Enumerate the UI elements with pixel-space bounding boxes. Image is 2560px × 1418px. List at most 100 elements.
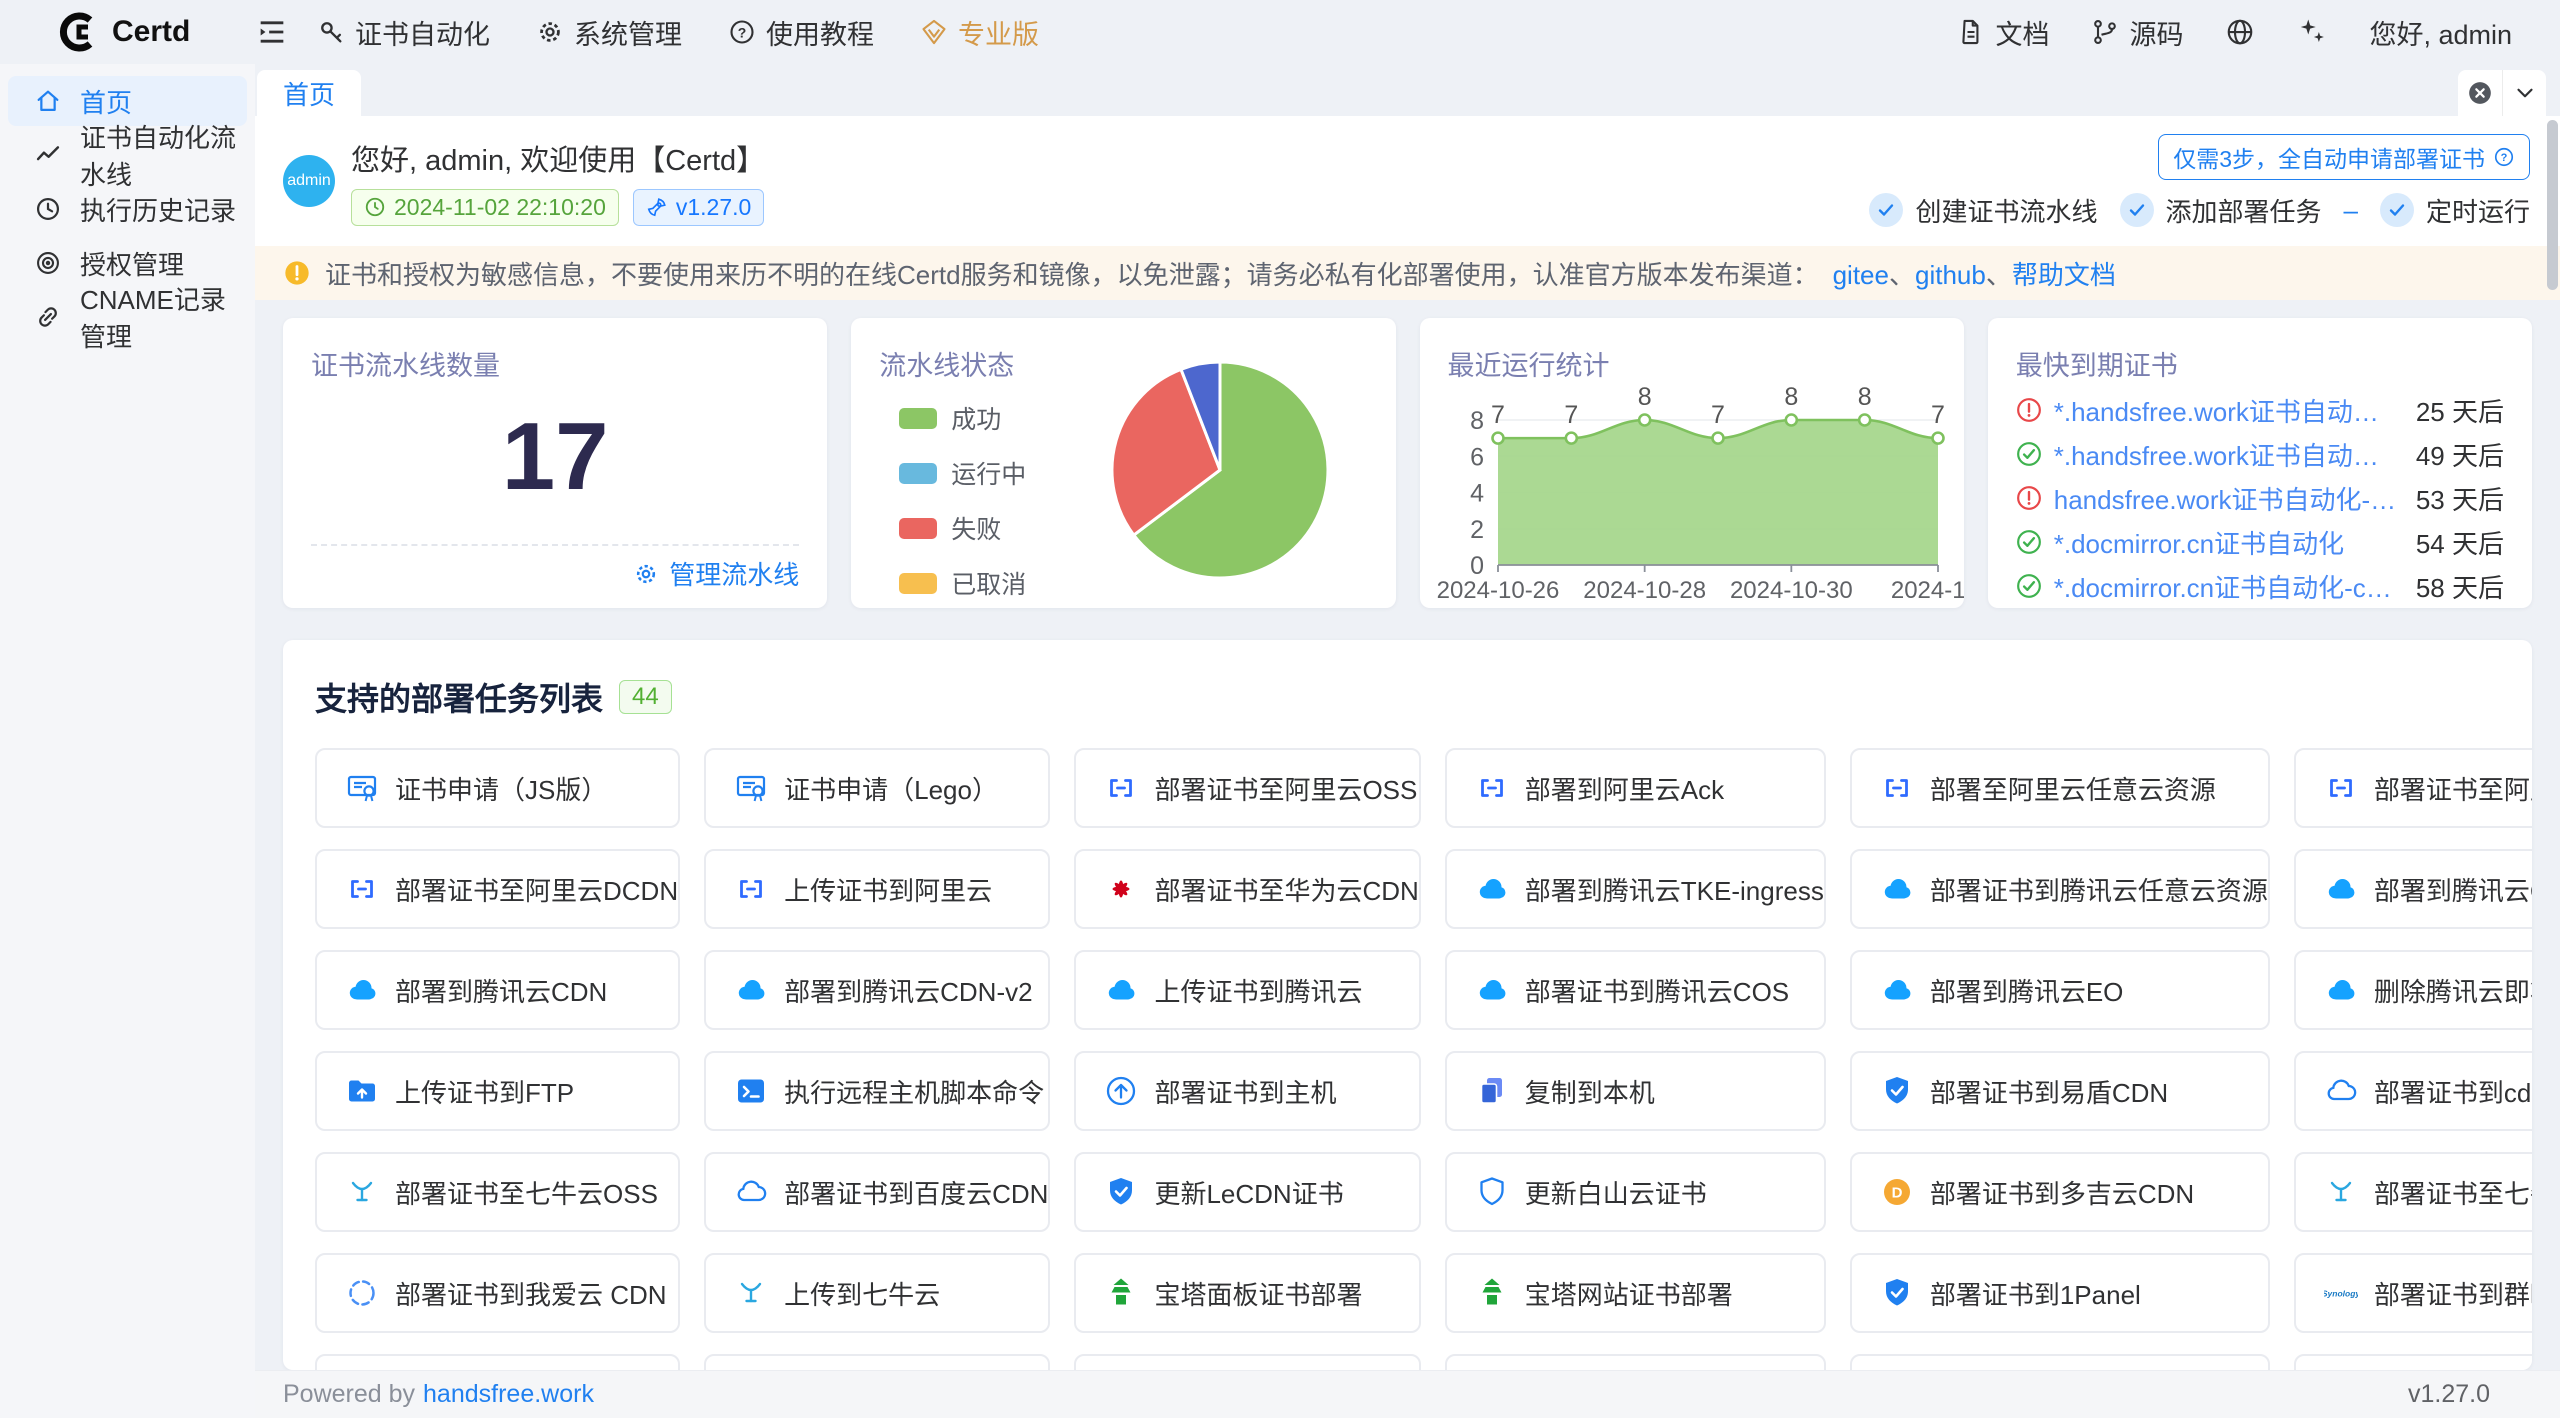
task-card-3[interactable]: 部署证书至阿里云OSS <box>1074 748 1420 828</box>
task-label: 部署证书到腾讯云任意云资源 <box>1930 871 2268 908</box>
user-menu[interactable]: 您好, admin <box>2369 13 2512 52</box>
huawei-icon <box>1104 872 1138 906</box>
svg-text:7: 7 <box>1711 401 1725 429</box>
header-link-2[interactable]: 源码 <box>2091 13 2183 52</box>
sparkles-icon[interactable] <box>2297 17 2327 47</box>
step-2[interactable]: 添加部署任务 <box>2120 192 2322 229</box>
task-card-23[interactable]: 部署证书到易盾CDN <box>1850 1051 2270 1131</box>
recent-runs-card: 最近运行统计 024682024-10-262024-10-282024-10-… <box>1420 318 1964 608</box>
task-card-21[interactable]: 部署证书到主机 <box>1074 1051 1420 1131</box>
task-card-partial[interactable] <box>704 1354 1050 1370</box>
task-card-partial[interactable] <box>1074 1354 1420 1370</box>
task-label: 部署证书到cdnfly <box>2374 1073 2532 1110</box>
legend-item-3[interactable]: 失败 <box>899 510 1026 546</box>
task-card-partial[interactable] <box>2294 1354 2532 1370</box>
top-menu-item-1[interactable]: 证书自动化 <box>317 13 490 52</box>
task-card-partial[interactable] <box>315 1354 680 1370</box>
expiry-cert-link[interactable]: *.docmirror.cn证书自动化 <box>2054 524 2344 561</box>
task-card-2[interactable]: 证书申请（Lego） <box>704 748 1050 828</box>
task-label: 执行远程主机脚本命令 <box>784 1073 1044 1110</box>
tencent-icon <box>734 973 768 1007</box>
avatar[interactable]: admin <box>283 155 335 207</box>
step-check-icon <box>1869 193 1903 227</box>
svg-text:8: 8 <box>1637 383 1651 411</box>
task-label: 部署证书到腾讯云COS <box>1525 972 1789 1009</box>
steps-pill[interactable]: 仅需3步，全自动申请部署证书 ? <box>2158 134 2530 180</box>
task-card-36[interactable]: Synology部署证书到群晖面板 <box>2294 1253 2532 1333</box>
task-card-32[interactable]: 上传到七牛云 <box>704 1253 1050 1333</box>
expiry-cert-link[interactable]: *.handsfree.work证书自动化--zerossl <box>2054 436 2404 473</box>
task-card-12[interactable]: 部署到腾讯云CLB <box>2294 849 2532 929</box>
brand[interactable]: Certd <box>0 11 255 53</box>
legend-item-4[interactable]: 已取消 <box>899 565 1026 601</box>
notice-link-帮助文档[interactable]: 帮助文档 <box>2012 260 2116 290</box>
task-card-18[interactable]: 删除腾讯云即将过期证书 <box>2294 950 2532 1030</box>
task-card-31[interactable]: 部署证书到我爱云 CDN <box>315 1253 680 1333</box>
task-card-25[interactable]: 部署证书至七牛云OSS <box>315 1152 680 1232</box>
expiry-cert-link[interactable]: *.handsfree.work证书自动化-lego <box>2054 392 2404 429</box>
task-card-16[interactable]: 部署证书到腾讯云COS <box>1445 950 1826 1030</box>
tab-home[interactable]: 首页 <box>257 70 361 116</box>
manage-pipelines-link[interactable]: 管理流水线 <box>633 555 799 592</box>
task-card-34[interactable]: 宝塔网站证书部署 <box>1445 1253 1826 1333</box>
task-card-4[interactable]: 部署到阿里云Ack <box>1445 748 1826 828</box>
task-card-26[interactable]: 部署证书到百度云CDN <box>704 1152 1050 1232</box>
expiry-cert-link[interactable]: *.docmirror.cn证书自动化-certd-doc <box>2054 568 2404 605</box>
top-menu-item-3[interactable]: ?使用教程 <box>728 13 874 52</box>
task-card-13[interactable]: 部署到腾讯云CDN <box>315 950 680 1030</box>
terminal-icon <box>734 1074 768 1108</box>
top-menu-item-4[interactable]: 专业版 <box>920 13 1039 52</box>
task-label: 部署到腾讯云TKE-ingress <box>1525 871 1824 908</box>
step-1[interactable]: 创建证书流水线 <box>1869 192 2097 229</box>
task-card-11[interactable]: 部署证书到腾讯云任意云资源 <box>1850 849 2270 929</box>
task-card-9[interactable]: 部署证书至华为云CDN <box>1074 849 1420 929</box>
globe-icon[interactable] <box>2225 17 2255 47</box>
task-card-6[interactable]: 部署证书至阿里云CDN <box>2294 748 2532 828</box>
task-card-17[interactable]: 部署到腾讯云EO <box>1850 950 2270 1030</box>
task-card-8[interactable]: 上传证书到阿里云 <box>704 849 1050 929</box>
task-card-30[interactable]: 部署证书至七牛CDN <box>2294 1152 2532 1232</box>
task-card-partial[interactable] <box>1850 1354 2270 1370</box>
sidebar-item-3[interactable]: 执行历史记录 <box>8 184 247 234</box>
legend-label: 运行中 <box>951 455 1026 491</box>
header-link-1[interactable]: 文档 <box>1957 13 2049 52</box>
legend-item-2[interactable]: 运行中 <box>899 455 1026 491</box>
tab-menu-button[interactable] <box>2502 70 2546 116</box>
task-card-27[interactable]: 更新LeCDN证书 <box>1074 1152 1420 1232</box>
task-label: 部署证书到易盾CDN <box>1930 1073 2168 1110</box>
task-label: 复制到本机 <box>1525 1073 1655 1110</box>
task-card-28[interactable]: 更新白山云证书 <box>1445 1152 1826 1232</box>
task-card-15[interactable]: 上传证书到腾讯云 <box>1074 950 1420 1030</box>
task-card-5[interactable]: 部署至阿里云任意云资源 <box>1850 748 2270 828</box>
doc-icon <box>1957 18 1985 46</box>
notice-link-github[interactable]: github <box>1915 260 1986 290</box>
menu-collapse-icon[interactable] <box>255 15 289 49</box>
task-card-1[interactable]: 证书申请（JS版） <box>315 748 680 828</box>
svg-text:7: 7 <box>1931 401 1945 429</box>
task-card-35[interactable]: 部署证书到1Panel <box>1850 1253 2270 1333</box>
legend-item-1[interactable]: 成功 <box>899 400 1026 436</box>
sidebar-item-5[interactable]: CNAME记录管理 <box>8 292 247 342</box>
task-card-10[interactable]: 部署到腾讯云TKE-ingress <box>1445 849 1826 929</box>
top-menu-item-2[interactable]: 系统管理 <box>536 13 682 52</box>
task-card-29[interactable]: D部署证书到多吉云CDN <box>1850 1152 2270 1232</box>
handsfree-link[interactable]: handsfree.work <box>423 1380 594 1409</box>
notice-link-gitee[interactable]: gitee <box>1833 260 1889 290</box>
task-card-24[interactable]: 部署证书到cdnfly <box>2294 1051 2532 1131</box>
sidebar-item-label: 首页 <box>80 83 132 120</box>
step-3[interactable]: 定时运行 <box>2380 192 2530 229</box>
task-card-33[interactable]: 宝塔面板证书部署 <box>1074 1253 1420 1333</box>
task-card-partial[interactable] <box>1445 1354 1826 1370</box>
close-tab-button[interactable] <box>2458 70 2502 116</box>
vertical-scrollbar[interactable] <box>2547 120 2558 290</box>
sidebar-item-2[interactable]: 证书自动化流水线 <box>8 130 247 180</box>
status-pie-chart[interactable] <box>1070 346 1370 590</box>
task-card-14[interactable]: 部署到腾讯云CDN-v2 <box>704 950 1050 1030</box>
task-card-19[interactable]: 上传证书到FTP <box>315 1051 680 1131</box>
recent-runs-area-chart[interactable]: 024682024-10-262024-10-282024-10-302024-… <box>1420 318 1964 608</box>
task-label: 部署至阿里云任意云资源 <box>1930 770 2216 807</box>
task-card-20[interactable]: 执行远程主机脚本命令 <box>704 1051 1050 1131</box>
task-card-7[interactable]: 部署证书至阿里云DCDN <box>315 849 680 929</box>
expiry-cert-link[interactable]: handsfree.work证书自动化-zerossl <box>2054 480 2404 517</box>
task-card-22[interactable]: 复制到本机 <box>1445 1051 1826 1131</box>
